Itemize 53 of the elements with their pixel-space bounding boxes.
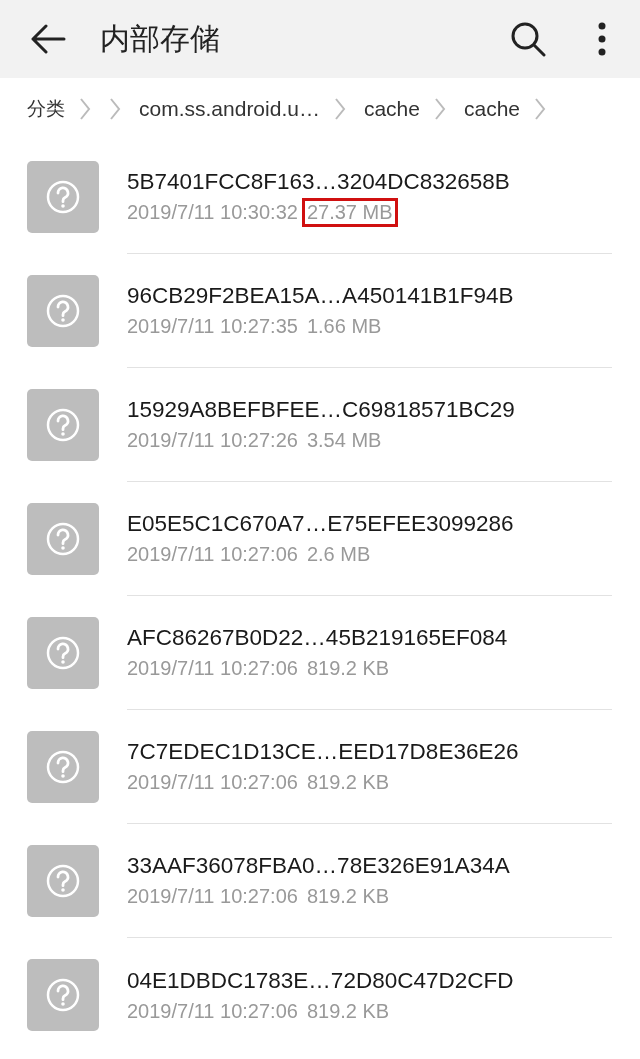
file-name: 5B7401FCC8F163…3204DC832658B xyxy=(127,169,511,195)
chevron-icon xyxy=(433,97,446,121)
file-name: 15929A8BEFBFEE…C69818571BC29 xyxy=(127,397,516,423)
screen-title: 内部存储 xyxy=(100,19,221,58)
file-size: 819.2 KB xyxy=(305,656,391,681)
unknown-file-icon xyxy=(27,959,99,1031)
breadcrumb-item[interactable]: 分类 xyxy=(27,96,65,122)
file-date: 2019/7/11 10:27:35 xyxy=(127,315,298,338)
file-size: 27.37 MB xyxy=(301,198,398,227)
chevron-icon xyxy=(79,97,91,121)
file-item[interactable]: AFC86267B0D22…45B219165EF084 2019/7/11 10:27:06 819.2 KB xyxy=(0,596,640,710)
breadcrumb-item[interactable]: com.ss.android.u… xyxy=(139,97,320,121)
file-name: E05E5C1C670A7…E75EFEE3099286 xyxy=(127,511,515,537)
unknown-file-icon xyxy=(27,845,99,917)
more-menu-icon[interactable] xyxy=(598,22,606,56)
file-item[interactable]: 5B7401FCC8F163…3204DC832658B 2019/7/11 10:30:32 27.37 MB xyxy=(0,140,640,254)
file-size: 819.2 KB xyxy=(305,770,391,795)
file-date: 2019/7/11 10:27:26 xyxy=(127,429,298,452)
file-date: 2019/7/11 10:27:06 xyxy=(127,885,298,908)
chevron-icon xyxy=(109,97,121,121)
file-date: 2019/7/11 10:27:06 xyxy=(127,999,298,1023)
chevron-icon xyxy=(333,97,346,121)
unknown-file-icon xyxy=(27,617,99,689)
breadcrumb-item[interactable]: cache xyxy=(363,97,420,121)
file-item[interactable]: 96CB29F2BEA15A…A450141B1F94B 2019/7/11 10:27:35 1.66 MB xyxy=(0,254,640,368)
file-size: 819.2 KB xyxy=(305,884,391,909)
file-date: 2019/7/11 10:27:06 xyxy=(127,771,298,794)
file-name: 7C7EDEC1D13CE…EED17D8E36E26 xyxy=(127,739,520,765)
file-item[interactable]: 04E1DBDC1783E…72D80C47D2CFD 2019/7/11 10:27:06 819.2 KB xyxy=(0,938,640,1052)
unknown-file-icon xyxy=(27,389,99,461)
unknown-file-icon xyxy=(27,731,99,803)
file-size: 1.66 MB xyxy=(305,314,383,339)
file-date: 2019/7/11 10:27:06 xyxy=(127,657,298,680)
file-date: 2019/7/11 10:30:32 xyxy=(127,201,298,224)
breadcrumb-item[interactable]: cache xyxy=(463,97,520,121)
file-size: 819.2 KB xyxy=(305,998,391,1024)
chevron-icon xyxy=(534,97,546,121)
back-arrow-icon[interactable] xyxy=(30,24,66,54)
file-size: 3.54 MB xyxy=(305,428,383,453)
file-item[interactable]: 33AAF36078FBA0…78E326E91A34A 2019/7/11 10:27:06 819.2 KB xyxy=(0,824,640,938)
search-icon[interactable] xyxy=(510,21,546,57)
file-name: 33AAF36078FBA0…78E326E91A34A xyxy=(127,853,511,879)
file-item[interactable]: E05E5C1C670A7…E75EFEE3099286 2019/7/11 10:27:06 2.6 MB xyxy=(0,482,640,596)
file-name: 96CB29F2BEA15A…A450141B1F94B xyxy=(127,283,515,309)
file-name: AFC86267B0D22…45B219165EF084 xyxy=(127,625,509,651)
file-date: 2019/7/11 10:27:06 xyxy=(127,543,298,566)
file-size: 2.6 MB xyxy=(305,542,372,567)
file-item[interactable]: 7C7EDEC1D13CE…EED17D8E36E26 2019/7/11 10:27:06 819.2 KB xyxy=(0,710,640,824)
unknown-file-icon xyxy=(27,275,99,347)
unknown-file-icon xyxy=(27,161,99,233)
file-item[interactable]: 15929A8BEFBFEE…C69818571BC29 2019/7/11 10:27:26 3.54 MB xyxy=(0,368,640,482)
unknown-file-icon xyxy=(27,503,99,575)
file-name: 04E1DBDC1783E…72D80C47D2CFD xyxy=(127,967,515,994)
